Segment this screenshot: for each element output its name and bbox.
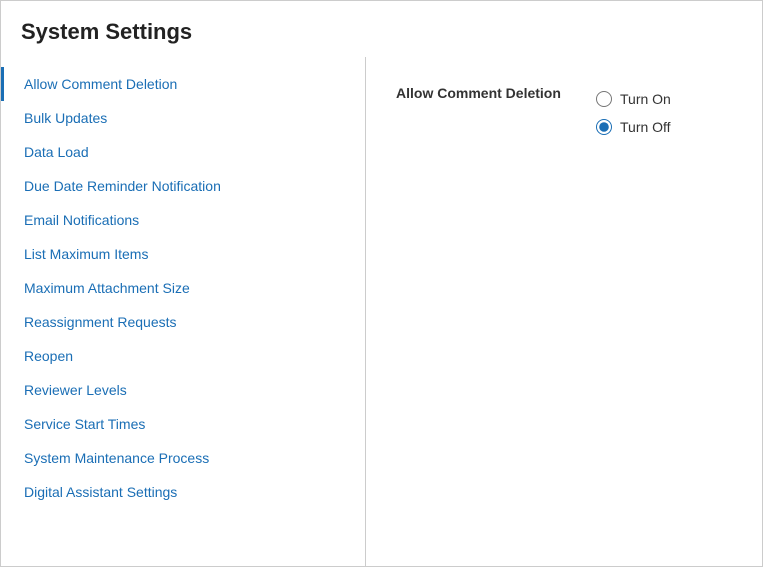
content-area: Allow Comment DeletionBulk UpdatesData L… [1,57,762,566]
sidebar-item-email-notifications[interactable]: Email Notifications [1,203,365,237]
sidebar-item-allow-comment-deletion[interactable]: Allow Comment Deletion [1,67,365,101]
sidebar: Allow Comment DeletionBulk UpdatesData L… [1,57,366,566]
sidebar-item-list-maximum-items[interactable]: List Maximum Items [1,237,365,271]
page-title: System Settings [1,1,762,57]
turn-on-option[interactable]: Turn On [596,85,671,113]
sidebar-item-service-start-times[interactable]: Service Start Times [1,407,365,441]
sidebar-item-digital-assistant-settings[interactable]: Digital Assistant Settings [1,475,365,509]
sidebar-item-data-load[interactable]: Data Load [1,135,365,169]
turn-off-label: Turn Off [620,119,671,135]
turn-off-radio[interactable] [596,119,612,135]
turn-off-option[interactable]: Turn Off [596,113,671,141]
sidebar-item-reassignment-requests[interactable]: Reassignment Requests [1,305,365,339]
page-container: System Settings Allow Comment DeletionBu… [0,0,763,567]
radio-group: Turn On Turn Off [596,85,671,141]
setting-label: Allow Comment Deletion [396,85,576,101]
setting-row: Allow Comment Deletion Turn On Turn Off [396,85,732,141]
turn-on-radio[interactable] [596,91,612,107]
sidebar-item-bulk-updates[interactable]: Bulk Updates [1,101,365,135]
sidebar-item-reopen[interactable]: Reopen [1,339,365,373]
sidebar-item-maximum-attachment-size[interactable]: Maximum Attachment Size [1,271,365,305]
sidebar-item-due-date-reminder-notification[interactable]: Due Date Reminder Notification [1,169,365,203]
turn-on-label: Turn On [620,91,671,107]
sidebar-item-reviewer-levels[interactable]: Reviewer Levels [1,373,365,407]
main-content: Allow Comment Deletion Turn On Turn Off [366,57,762,566]
sidebar-item-system-maintenance-process[interactable]: System Maintenance Process [1,441,365,475]
